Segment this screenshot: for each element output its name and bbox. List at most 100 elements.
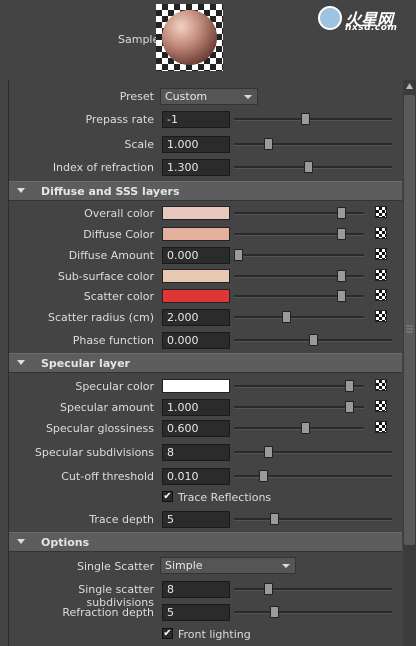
subsurface-color-swatch[interactable] <box>162 269 230 283</box>
specular-section-title: Specular layer <box>41 357 130 370</box>
scatter-radius-label: Scatter radius (cm) <box>47 311 154 324</box>
collapse-arrow-icon <box>17 539 25 544</box>
scrollbar-thumb[interactable] <box>404 95 415 545</box>
texture-map-icon[interactable] <box>375 310 387 322</box>
scatter-color-swatch[interactable] <box>162 289 230 303</box>
single-scatter-label: Single Scatter <box>77 560 154 573</box>
specular-amount-field[interactable]: 1.000 <box>162 399 230 416</box>
single-scatter-subdivisions-field[interactable]: 8 <box>162 581 230 598</box>
specular-glossiness-label: Specular glossiness <box>45 422 154 435</box>
phase-function-slider[interactable] <box>308 334 318 346</box>
watermark-logo: 火星网 hxsd.com <box>318 4 412 33</box>
preset-label: Preset <box>119 90 154 103</box>
overall-color-slider[interactable] <box>336 207 346 219</box>
chevron-down-icon <box>282 564 290 568</box>
material-swatch[interactable] <box>156 4 223 71</box>
diffuse-amount-field[interactable]: 0.000 <box>162 247 230 264</box>
logo-mark-icon <box>318 6 342 30</box>
preset-dropdown[interactable]: Custom <box>160 88 258 105</box>
cutoff-threshold-field[interactable]: 0.010 <box>162 468 230 485</box>
logo-sub-text: hxsd.com <box>345 23 398 33</box>
collapse-arrow-icon <box>17 360 25 365</box>
specular-glossiness-track[interactable] <box>234 427 364 430</box>
trace-depth-track[interactable] <box>234 518 392 521</box>
specular-subdivisions-slider[interactable] <box>263 446 273 458</box>
scatter-color-slider[interactable] <box>336 290 346 302</box>
collapse-arrow-icon <box>17 188 25 193</box>
specular-color-label: Specular color <box>75 380 154 393</box>
specular-subdivisions-field[interactable]: 8 <box>162 444 230 461</box>
texture-map-icon[interactable] <box>375 421 387 433</box>
trace-reflections-checkbox[interactable]: ✔ <box>162 491 173 502</box>
diffuse-section-header[interactable]: Diffuse and SSS layers <box>9 181 402 201</box>
single-scatter-subdivisions-slider[interactable] <box>263 583 273 595</box>
sample-label: Sample <box>118 33 160 46</box>
texture-map-icon[interactable] <box>375 206 387 218</box>
specular-amount-label: Specular amount <box>59 401 154 414</box>
scale-slider[interactable] <box>263 138 273 150</box>
single-scatter-subdivisions-track[interactable] <box>234 588 392 591</box>
options-section-header[interactable]: Options <box>9 532 402 552</box>
scale-track[interactable] <box>234 143 392 146</box>
specular-subdivisions-label: Specular subdivisions <box>34 446 154 459</box>
diffuse-section-title: Diffuse and SSS layers <box>41 185 180 198</box>
diffuse-color-label: Diffuse Color <box>83 228 154 241</box>
texture-map-icon[interactable] <box>375 400 387 412</box>
scale-label: Scale <box>124 138 154 151</box>
scatter-color-label: Scatter color <box>83 290 154 303</box>
subsurface-color-label: Sub-surface color <box>57 270 154 283</box>
refraction-depth-label: Refraction depth <box>62 606 154 619</box>
scatter-radius-field[interactable]: 2.000 <box>162 309 230 326</box>
specular-color-slider[interactable] <box>345 380 355 392</box>
trace-depth-field[interactable]: 5 <box>162 511 230 528</box>
scale-field[interactable]: 1.000 <box>162 136 230 153</box>
sphere-preview <box>162 10 217 65</box>
refraction-depth-slider[interactable] <box>269 606 279 618</box>
scatter-radius-slider[interactable] <box>282 311 292 323</box>
specular-color-swatch[interactable] <box>162 379 230 393</box>
specular-section-header[interactable]: Specular layer <box>9 353 402 373</box>
texture-map-icon[interactable] <box>375 379 387 391</box>
ior-field[interactable]: 1.300 <box>162 159 230 176</box>
ior-label: Index of refraction <box>52 161 154 174</box>
cutoff-threshold-label: Cut-off threshold <box>61 470 154 483</box>
preset-value: Custom <box>165 90 208 103</box>
refraction-depth-track[interactable] <box>234 611 392 614</box>
prepass-rate-track[interactable] <box>234 118 392 121</box>
phase-function-field[interactable]: 0.000 <box>162 332 230 349</box>
front-lighting-checkbox[interactable]: ✔ <box>162 628 173 639</box>
diffuse-amount-label: Diffuse Amount <box>68 249 154 262</box>
specular-glossiness-slider[interactable] <box>300 422 310 434</box>
specular-subdivisions-track[interactable] <box>234 451 392 454</box>
single-scatter-value: Simple <box>165 559 203 572</box>
specular-glossiness-field[interactable]: 0.600 <box>162 420 230 437</box>
specular-amount-slider[interactable] <box>345 401 355 413</box>
texture-map-icon[interactable] <box>375 269 387 281</box>
trace-depth-label: Trace depth <box>89 513 154 526</box>
single-scatter-dropdown[interactable]: Simple <box>160 557 296 574</box>
texture-map-icon[interactable] <box>375 248 387 260</box>
diffuse-color-slider[interactable] <box>336 228 346 240</box>
front-lighting-label: Front lighting <box>178 628 251 641</box>
diffuse-amount-slider[interactable] <box>234 249 243 261</box>
texture-map-icon[interactable] <box>375 227 387 239</box>
prepass-rate-field[interactable]: -1 <box>162 111 230 128</box>
trace-reflections-label: Trace Reflections <box>178 491 272 504</box>
prepass-rate-label: Prepass rate <box>85 113 154 126</box>
cutoff-threshold-slider[interactable] <box>259 470 269 482</box>
prepass-rate-slider[interactable] <box>301 113 311 125</box>
subsurface-color-slider[interactable] <box>336 270 346 282</box>
overall-color-label: Overall color <box>84 207 154 220</box>
cutoff-threshold-track[interactable] <box>234 475 392 478</box>
ior-slider[interactable] <box>304 161 314 173</box>
scroll-grip-icon <box>406 325 413 333</box>
scroll-up-icon[interactable] <box>405 82 414 90</box>
refraction-depth-field[interactable]: 5 <box>162 604 230 621</box>
scatter-radius-track[interactable] <box>234 316 364 319</box>
overall-color-swatch[interactable] <box>162 206 230 220</box>
diffuse-color-swatch[interactable] <box>162 227 230 241</box>
texture-map-icon[interactable] <box>375 289 387 301</box>
diffuse-amount-track[interactable] <box>234 254 364 257</box>
options-section-title: Options <box>41 536 90 549</box>
trace-depth-slider[interactable] <box>269 513 279 525</box>
